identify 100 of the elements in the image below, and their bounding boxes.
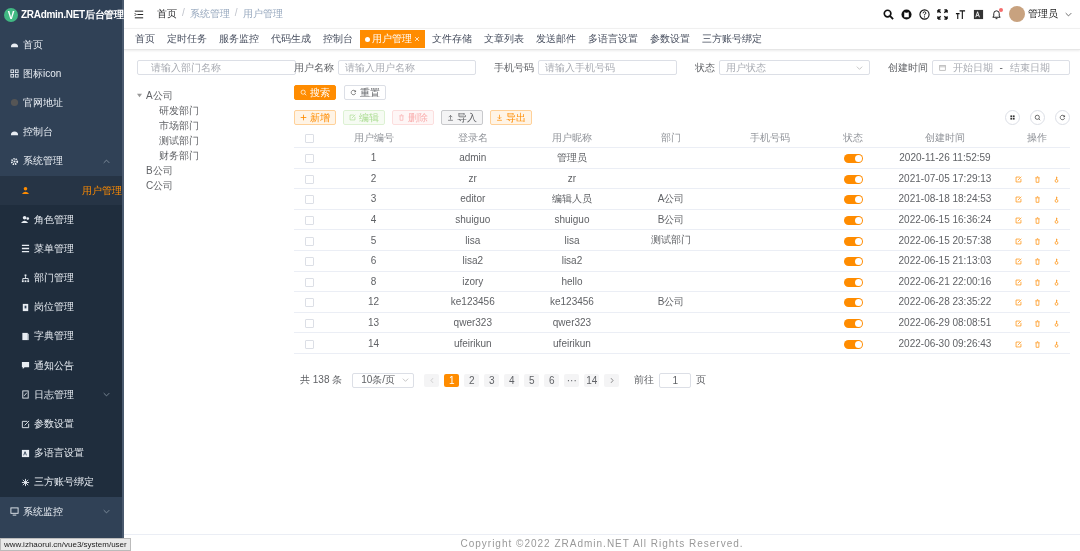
sidebar-item[interactable]: 多语言设置 (0, 438, 122, 468)
help-icon[interactable] (919, 8, 930, 20)
tree-node[interactable]: C公司 (146, 178, 174, 193)
tab[interactable]: 定时任务 (162, 30, 212, 48)
page-button[interactable]: 3 (484, 373, 500, 387)
trash-icon[interactable] (1033, 196, 1041, 204)
status-switch[interactable] (843, 215, 863, 225)
edit-icon[interactable] (1014, 237, 1022, 245)
close-icon[interactable] (414, 36, 420, 42)
tab[interactable]: 代码生成 (266, 30, 316, 48)
trash-icon[interactable] (1033, 175, 1041, 183)
tree-node[interactable]: 财务部门 (159, 148, 199, 163)
sidebar-item[interactable]: 部门管理 (0, 263, 122, 293)
key-icon[interactable] (1052, 319, 1060, 327)
goto-page-field[interactable]: 1 (659, 372, 692, 388)
menu-icon[interactable] (134, 9, 144, 19)
status-switch[interactable] (843, 154, 863, 164)
key-icon[interactable] (1052, 299, 1060, 307)
tab[interactable]: 文章列表 (479, 30, 529, 48)
sidebar-item[interactable]: 角色管理 (0, 205, 122, 235)
tree-node[interactable]: 市场部门 (159, 118, 199, 133)
key-icon[interactable] (1052, 175, 1060, 183)
checkbox[interactable] (304, 195, 314, 205)
font-size-icon[interactable] (955, 8, 966, 20)
page-size-select[interactable]: 10条/页 (352, 372, 415, 388)
trash-icon[interactable] (1033, 216, 1041, 224)
key-icon[interactable] (1052, 340, 1060, 348)
checkbox[interactable] (304, 298, 314, 308)
import-button[interactable]: 导入 (441, 110, 483, 125)
sidebar-item[interactable]: 首页 (0, 30, 122, 60)
sidebar-item[interactable]: 三方账号绑定 (0, 467, 122, 497)
tree-node[interactable]: B公司 (146, 163, 173, 178)
edit-icon[interactable] (1014, 258, 1022, 266)
tab[interactable]: 参数设置 (645, 30, 695, 48)
sidebar-item[interactable]: 日志管理 (0, 380, 122, 410)
status-switch[interactable] (843, 236, 863, 246)
sidebar-item[interactable]: 控制台 (0, 117, 122, 147)
checkbox[interactable] (304, 133, 314, 143)
tree-node[interactable]: 研发部门 (159, 103, 199, 118)
edit-icon[interactable] (1014, 319, 1022, 327)
caret-icon[interactable] (1065, 11, 1072, 17)
tab[interactable]: 多语言设置 (583, 30, 643, 48)
page-button[interactable]: 2 (464, 373, 480, 387)
page-button[interactable]: 14 (584, 373, 600, 387)
fullscreen-icon[interactable] (937, 8, 948, 20)
tab[interactable]: 发送邮件 (531, 30, 581, 48)
next-page-button[interactable] (604, 373, 620, 387)
checkbox[interactable] (304, 174, 314, 184)
status-switch[interactable] (843, 195, 863, 205)
search-icon[interactable] (883, 8, 894, 20)
status-switch[interactable] (843, 339, 863, 349)
edit-icon[interactable] (1014, 340, 1022, 348)
edit-icon[interactable] (1014, 196, 1022, 204)
previous-page-button[interactable] (424, 373, 440, 387)
checkbox[interactable] (304, 154, 314, 164)
checkbox[interactable] (304, 236, 314, 246)
checkbox[interactable] (304, 257, 314, 267)
page-button[interactable]: 4 (504, 373, 520, 387)
page-button[interactable]: 5 (524, 373, 540, 387)
key-icon[interactable] (1052, 216, 1060, 224)
tab[interactable]: 文件存储 (427, 30, 477, 48)
avatar[interactable] (1009, 6, 1025, 22)
user-name[interactable]: 管理员 (1028, 7, 1058, 21)
tab[interactable]: 首页 (130, 30, 160, 48)
status-switch[interactable] (843, 257, 863, 267)
translate-icon[interactable] (973, 8, 984, 20)
status-switch[interactable] (843, 174, 863, 184)
breadcrumb-item[interactable]: 首页 (157, 7, 177, 21)
edit-icon[interactable] (1014, 299, 1022, 307)
edit-icon[interactable] (1014, 175, 1022, 183)
tab[interactable]: 服务监控 (214, 30, 264, 48)
reset-button[interactable]: 重置 (344, 85, 386, 100)
key-icon[interactable] (1052, 258, 1060, 266)
date-range-field[interactable]: 开始日期 - 结束日期 (931, 60, 1070, 75)
status-switch[interactable] (843, 318, 863, 328)
checkbox[interactable] (304, 318, 314, 328)
trash-icon[interactable] (1033, 299, 1041, 307)
sidebar-item[interactable]: 用户管理 (0, 175, 122, 206)
tree-node[interactable]: 测试部门 (159, 133, 199, 148)
trash-icon[interactable] (1033, 237, 1041, 245)
checkbox[interactable] (304, 215, 314, 225)
sidebar-item[interactable]: 菜单管理 (0, 234, 122, 264)
edit-icon[interactable] (1014, 216, 1022, 224)
trash-icon[interactable] (1033, 278, 1041, 286)
tab[interactable]: 三方账号绑定 (697, 30, 767, 48)
trash-icon[interactable] (1033, 340, 1041, 348)
caret-icon[interactable] (137, 93, 142, 98)
sidebar-item[interactable]: 字典管理 (0, 321, 122, 352)
tab[interactable]: 控制台 (318, 30, 358, 48)
trash-icon[interactable] (1033, 319, 1041, 327)
sidebar-item[interactable]: 通知公告 (0, 351, 122, 381)
page-button[interactable]: ··· (564, 373, 580, 387)
checkbox[interactable] (304, 339, 314, 349)
sidebar-item[interactable]: 系统监控 (0, 497, 122, 527)
sidebar-item[interactable]: 参数设置 (0, 409, 122, 439)
checkbox[interactable] (304, 277, 314, 287)
sidebar-item[interactable]: 官网地址 (0, 88, 122, 118)
sidebar-item[interactable]: 图标icon (0, 59, 122, 89)
tree-node[interactable]: A公司 (146, 88, 173, 103)
sidebar-item[interactable]: 岗位管理 (0, 292, 122, 322)
